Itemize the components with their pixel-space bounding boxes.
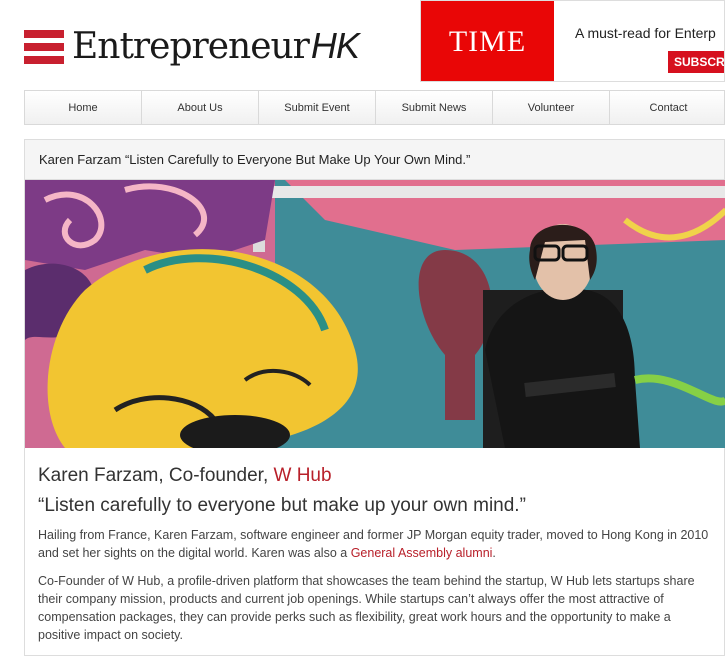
article-name-line: Karen Farzam, Co-founder, W Hub xyxy=(38,464,710,488)
ad-brand-logo: TIME xyxy=(421,1,554,81)
main-nav: Home About Us Submit Event Submit News V… xyxy=(24,90,725,125)
article-quote: “Listen carefully to everyone but make u… xyxy=(38,495,526,516)
site-logo[interactable]: EntrepreneurHK xyxy=(24,25,360,67)
nav-item-volunteer[interactable]: Volunteer xyxy=(493,91,610,124)
company-link[interactable]: W Hub xyxy=(274,465,332,486)
article-body: Karen Farzam, Co-founder, W Hub “Listen … xyxy=(25,448,724,644)
article-header-title: Karen Farzam “Listen Carefully to Everyo… xyxy=(39,152,471,167)
logo-main: Entrepreneur xyxy=(72,26,310,67)
ad-banner[interactable]: TIME A must-read for Enterp SUBSCRIB xyxy=(420,0,725,82)
ad-subscribe-button[interactable]: SUBSCRIB xyxy=(668,51,724,73)
nav-item-about-us[interactable]: About Us xyxy=(142,91,259,124)
logo-bars-icon xyxy=(24,29,64,64)
logo-suffix: HK xyxy=(310,25,360,66)
article-paragraph-1: Hailing from France, Karen Farzam, softw… xyxy=(38,526,710,562)
article-header: Karen Farzam “Listen Carefully to Everyo… xyxy=(25,140,724,180)
nav-item-submit-news[interactable]: Submit News xyxy=(376,91,493,124)
general-assembly-link[interactable]: General Assembly alumni xyxy=(351,546,493,560)
logo-text: EntrepreneurHK xyxy=(72,25,360,67)
nav-item-contact[interactable]: Contact xyxy=(610,91,725,124)
article-paragraph-2: Co-Founder of W Hub, a profile-driven pl… xyxy=(38,574,695,642)
paragraph-1-end: . xyxy=(492,546,496,560)
mural-illustration xyxy=(25,180,725,448)
hero-image xyxy=(25,180,725,448)
nav-item-submit-event[interactable]: Submit Event xyxy=(259,91,376,124)
article-card: Karen Farzam “Listen Carefully to Everyo… xyxy=(24,139,725,656)
nav-item-home[interactable]: Home xyxy=(25,91,142,124)
author-name-role: Karen Farzam, Co-founder, xyxy=(38,465,274,486)
ad-tagline: A must-read for Enterp xyxy=(575,25,716,41)
